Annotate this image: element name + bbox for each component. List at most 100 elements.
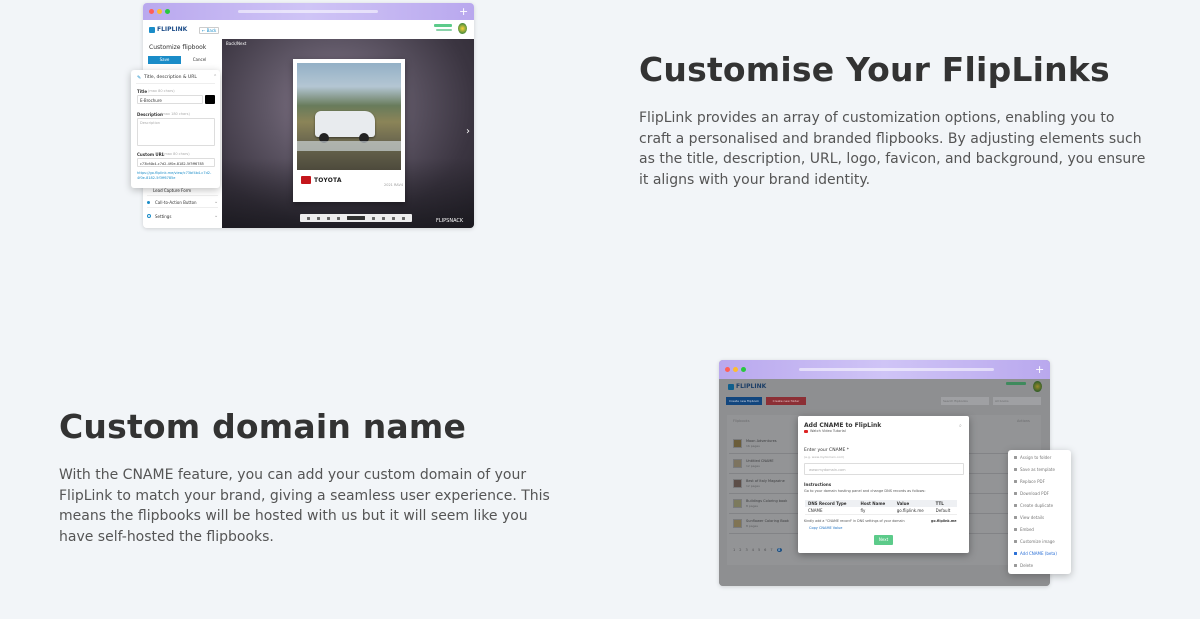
list-header-right: Actions <box>1017 419 1030 423</box>
fliplink-logo-text: FLIPLINK <box>157 26 188 33</box>
share-icon[interactable] <box>336 216 340 220</box>
search-input[interactable]: Search flipbooks <box>941 397 989 405</box>
page-link[interactable]: 1 <box>733 548 735 552</box>
page-link[interactable]: 2 <box>739 548 741 552</box>
first-page-icon[interactable] <box>306 216 310 220</box>
zoom-icon[interactable] <box>316 216 320 220</box>
menu-item-view-details[interactable]: View details <box>1014 515 1044 520</box>
description-field-hint: (max 180 chars) <box>161 112 190 116</box>
youtube-icon <box>804 430 808 433</box>
url-bar <box>238 10 378 13</box>
fliplink-logo: FLIPLINK <box>728 383 766 390</box>
toyota-wordmark: TOYOTA <box>314 176 342 184</box>
cname-field-hint: (e.g. www.mydomain.com) <box>804 455 845 459</box>
search-icon[interactable]: ⌕ <box>959 423 962 429</box>
flipbook-page[interactable]: TOYOTA 2021 RAV4 <box>293 59 405 202</box>
menu-item-replace-pdf[interactable]: Replace PDF <box>1014 479 1045 484</box>
avatar[interactable] <box>458 23 467 34</box>
url-field-hint: (max 80 chars) <box>163 152 190 156</box>
back-button[interactable]: ← Back <box>199 27 220 34</box>
menu-item-label: View details <box>1020 515 1045 520</box>
page-link[interactable]: 3 <box>745 548 747 552</box>
chevron-down-icon: ⌄ <box>214 199 219 205</box>
page-counter <box>346 216 365 220</box>
sidebar-item-label: Lead Capture Form <box>153 188 192 193</box>
page-link[interactable]: 6 <box>764 548 766 552</box>
sound-icon[interactable] <box>382 216 386 220</box>
menu-item-duplicate[interactable]: Create duplicate <box>1014 503 1053 508</box>
flipbook-title: Untitled CNAME <box>746 459 774 463</box>
menu-item-customize-image[interactable]: Customize image <box>1014 539 1055 544</box>
cta-icon <box>147 201 150 204</box>
close-dot-icon <box>149 9 154 14</box>
cancel-tab-button[interactable]: Cancel <box>183 56 216 64</box>
menu-item-add-cname[interactable]: Add CNAME (beta) <box>1014 551 1057 556</box>
page-link[interactable]: 4 <box>752 548 754 552</box>
window-titlebar: + <box>719 360 1050 379</box>
create-folder-button[interactable]: Create new folder <box>766 397 806 405</box>
title-field-hint: (max 80 chars) <box>148 89 175 93</box>
table-header: Host Name <box>857 500 894 507</box>
maximize-dot-icon <box>741 367 746 372</box>
description-field[interactable]: Description <box>137 118 215 146</box>
url-bar <box>799 368 994 371</box>
canvas-back-next-label: Back/Next <box>226 41 247 46</box>
section-description-customise: FlipLink provides an array of customizat… <box>639 110 1146 188</box>
custom-url-link[interactable]: https://go.fliplink.me/view/c73bf4b4-c7d… <box>137 171 215 181</box>
sort-dropdown[interactable]: All books <box>993 397 1041 405</box>
color-swatch[interactable] <box>205 95 215 104</box>
copy-cname-link[interactable]: Copy CNAME Value <box>809 526 842 530</box>
water-splash <box>297 141 401 151</box>
avatar[interactable] <box>1033 381 1042 392</box>
section-description-custom-domain: With the CNAME feature, you can add your… <box>59 467 550 545</box>
page-link[interactable]: 5 <box>758 548 760 552</box>
menu-item-delete[interactable]: Delete <box>1014 563 1033 568</box>
table-cell: Default <box>932 507 957 515</box>
save-tab-button[interactable]: Save <box>148 56 181 64</box>
create-flipbook-button[interactable]: Create new flipbook <box>726 397 762 405</box>
flipbook-thumbnail <box>733 499 742 508</box>
menu-item-label: Download PDF <box>1020 491 1049 496</box>
fliplink-logo-icon <box>728 383 734 390</box>
next-page-arrow-icon[interactable]: › <box>466 126 470 137</box>
flipbook-title: Best of Italy Magazine <box>746 479 785 483</box>
watch-video-link[interactable]: Watch Video Tutorial <box>810 429 846 433</box>
menu-item-embed[interactable]: Embed <box>1014 527 1034 532</box>
table-cell: CNAME <box>805 507 858 515</box>
status-badge <box>434 24 452 27</box>
menu-item-download-pdf[interactable]: Download PDF <box>1014 491 1049 496</box>
cname-input[interactable]: www.mydomain.com <box>804 463 964 475</box>
toyota-emblem-icon <box>301 176 311 184</box>
cname-input-placeholder: www.mydomain.com <box>809 468 846 472</box>
embed-icon <box>1014 528 1017 531</box>
url-field-label: Custom URL <box>137 152 165 157</box>
custom-url-field[interactable]: c73bf4b4-c7d2-4f0e-8182-5f3ff6785 <box>137 158 215 167</box>
menu-item-label: Customize image <box>1020 539 1055 544</box>
flipbook-title: Moon Adventures <box>746 439 777 443</box>
fliplink-logo-icon <box>149 26 155 33</box>
minimize-dot-icon <box>733 367 738 372</box>
sidebar-item-settings[interactable]: Settings ⌄ <box>147 212 218 222</box>
menu-item-label: Create duplicate <box>1020 503 1054 508</box>
menu-item-save-template[interactable]: Save as template <box>1014 467 1055 472</box>
page-link-active[interactable]: 8 <box>776 548 782 552</box>
sidebar-menu: Lead Capture Form Call-to-Action Button … <box>143 184 222 228</box>
replace-icon <box>1014 480 1017 483</box>
title-field[interactable]: E-Brochure <box>137 95 203 104</box>
chevron-up-icon[interactable]: ⌃ <box>213 74 217 80</box>
next-button[interactable]: Next <box>874 535 893 545</box>
instructions-footer-domain: go.fliplink.me <box>931 519 957 523</box>
new-tab-plus-icon: + <box>1035 363 1045 376</box>
description-field-label: Description <box>137 112 163 117</box>
page-note: 2021 RAV4 <box>384 183 404 187</box>
menu-item-assign-folder[interactable]: Assign to folder <box>1014 455 1051 460</box>
download-icon[interactable] <box>392 216 396 220</box>
image-icon <box>1014 540 1017 543</box>
fullscreen-icon[interactable] <box>402 216 406 220</box>
pen-icon[interactable] <box>326 216 330 220</box>
sidebar-item-call-to-action[interactable]: Call-to-Action Button ⌄ <box>147 198 218 208</box>
sidebar-item-label: Settings <box>155 214 172 219</box>
page-link[interactable]: 7 <box>770 548 772 552</box>
grid-icon[interactable] <box>372 216 376 220</box>
pagination: 1 2 3 4 5 6 7 8 <box>733 548 782 552</box>
